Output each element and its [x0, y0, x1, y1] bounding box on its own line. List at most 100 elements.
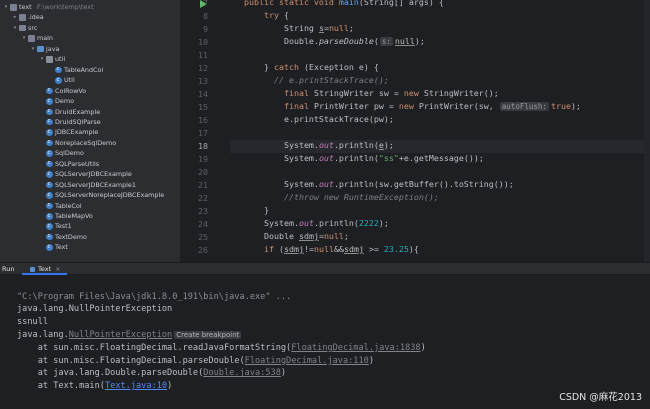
tree-item[interactable]: Test1: [0, 221, 180, 232]
exception-link[interactable]: NullPointerException: [69, 330, 172, 340]
chevron-right-icon[interactable]: ▸: [12, 12, 18, 23]
line-number: 26: [198, 245, 208, 255]
project-path-hint: F:\work\temp\text: [37, 3, 94, 11]
tree-item[interactable]: ▾ main: [0, 33, 180, 44]
source-link[interactable]: Double.java:538: [203, 368, 281, 378]
code-line[interactable]: System.out.println("ss"+e.getMessage());: [244, 152, 484, 165]
chevron-down-icon[interactable]: ▾: [3, 2, 9, 13]
code-token: .println(sw.getBuffer().toString());: [333, 179, 514, 189]
console-toolbar: [0, 275, 12, 409]
code-line[interactable]: Double sdmj=null;: [244, 230, 349, 243]
run-tool-window-header: Run Text ×: [0, 262, 650, 275]
chevron-down-icon[interactable]: ▾: [21, 33, 27, 44]
tree-item[interactable]: ▾ java: [0, 44, 180, 55]
folder-icon: [10, 4, 17, 11]
code-token: sdmj: [298, 231, 319, 241]
tree-item[interactable]: ColRowVo: [0, 85, 180, 97]
class-icon: [46, 169, 53, 179]
tree-item[interactable]: Text: [0, 242, 180, 253]
tab-text[interactable]: Text ×: [22, 263, 67, 275]
code-token: null: [328, 23, 349, 33]
tree-item[interactable]: ▾ util: [0, 54, 180, 65]
tree-item-label: SQLServerJDBCExample1: [55, 180, 136, 189]
code-line[interactable]: System.out.println(2222);: [244, 217, 389, 230]
tree-item[interactable]: Demo: [0, 96, 180, 107]
tree-item[interactable]: JDBCExample: [0, 127, 180, 138]
source-link[interactable]: FloatingDecimal.java:110: [245, 356, 369, 366]
chevron-down-icon[interactable]: ▾: [30, 44, 36, 55]
tree-item[interactable]: SQLServerJDBCExample1: [0, 179, 180, 191]
tree-item[interactable]: ▾ text F:\work\temp\text: [0, 2, 180, 13]
parameter-hint: autoFlush:: [499, 102, 549, 111]
code-token: final: [283, 101, 314, 111]
tree-item[interactable]: TextDemo: [0, 232, 180, 243]
tree-item[interactable]: SQLServerJDBCExample: [0, 169, 180, 180]
create-breakpoint-button[interactable]: Create breakpoint: [174, 331, 242, 339]
tree-item[interactable]: SQLServerNoreplaceJDBCExample: [0, 190, 180, 201]
code-line[interactable]: //throw new RuntimeException();: [244, 191, 439, 204]
code-line[interactable]: } catch (Exception e) {: [244, 61, 379, 74]
code-line[interactable]: }: [244, 204, 269, 217]
tree-item[interactable]: NoreplaceSqlDemo: [0, 138, 180, 149]
line-number: 15: [198, 102, 208, 112]
code-token: >=: [363, 244, 384, 254]
source-link[interactable]: FloatingDecimal.java:1838: [291, 343, 420, 353]
class-icon: [46, 138, 53, 147]
tree-item[interactable]: Util: [0, 75, 180, 86]
code-line[interactable]: public static void main(String[] args) {: [244, 0, 444, 9]
code-token: out: [318, 140, 334, 150]
code-token: System.: [244, 179, 319, 189]
stack-frame-suffix: ): [280, 368, 287, 379]
close-icon[interactable]: ×: [55, 265, 60, 273]
code-line[interactable]: final StringWriter sw = new StringWriter…: [244, 87, 499, 100]
console-output[interactable]: "C:\Program Files\Java\jdk1.8.0_191\bin\…: [0, 275, 650, 409]
folder-icon: [19, 24, 26, 32]
console-command-line: "C:\Program Files\Java\jdk1.8.0_191\bin\…: [17, 292, 292, 302]
source-link[interactable]: Text.java:10: [105, 381, 167, 391]
class-icon: [46, 179, 53, 189]
tree-item[interactable]: ▾ src: [0, 23, 180, 34]
tree-item-label: text: [19, 3, 32, 11]
project-tree: ▾ text F:\work\temp\text ▸ .idea ▾ src ▾ main ▾ ja…: [0, 0, 180, 262]
tree-item[interactable]: SqlDemo: [0, 148, 180, 159]
code-line[interactable]: e.printStackTrace(pw);: [244, 113, 394, 126]
class-icon: [46, 117, 53, 126]
code-editor[interactable]: 7 8 9 10 11 12 13 14 15 16 17 18 19 20 21 22 23 24 25 26 pu…: [180, 0, 650, 262]
stack-frame-text: at Text.main(: [17, 381, 105, 392]
tree-item-label: DruidSQlParse: [55, 117, 101, 126]
tree-item[interactable]: ▸ .idea: [0, 12, 180, 23]
chevron-down-icon[interactable]: ▾: [39, 54, 45, 65]
code-line[interactable]: System.out.println(sw.getBuffer().toStri…: [244, 178, 514, 191]
tree-item[interactable]: TableCol: [0, 200, 180, 212]
tree-item[interactable]: DruidSQlParse: [0, 117, 180, 128]
chevron-down-icon[interactable]: ▾: [12, 23, 18, 34]
stack-frame-text: at java.lang.Double.parseDouble(: [17, 368, 204, 379]
line-number: 25: [198, 232, 208, 242]
code-token: try: [263, 10, 279, 20]
code-token: System.: [244, 140, 319, 150]
code-token: Double: [244, 231, 299, 241]
code-line[interactable]: final PrintWriter pw = new PrintWriter(s…: [244, 100, 581, 113]
console-line: java.lang.NullPointerException: [17, 304, 173, 314]
code-line[interactable]: Double.parseDouble(s: null);: [244, 35, 425, 48]
line-number: 16: [198, 115, 208, 125]
code-line[interactable]: // e.printStackTrace();: [244, 74, 389, 87]
code-line[interactable]: try {: [244, 9, 289, 22]
tree-item-label: Demo: [55, 97, 74, 106]
line-number: 10: [198, 37, 208, 47]
code-line[interactable]: if (sdmj!=null&&sdmj >= 23.25){: [244, 243, 419, 256]
tree-item-label: .idea: [28, 13, 44, 22]
code-line[interactable]: String s=null;: [244, 22, 354, 35]
line-number: 19: [198, 154, 208, 164]
tree-item[interactable]: DruidExample: [0, 106, 180, 118]
code-line[interactable]: System.out.println(e);: [244, 139, 394, 152]
tree-item[interactable]: SQLParseUtils: [0, 158, 180, 170]
editor-scrollbar[interactable]: [644, 0, 650, 262]
code-token: parseDouble: [318, 36, 374, 46]
tree-item[interactable]: TableMapVo: [0, 211, 180, 222]
code-token: Double.: [244, 36, 319, 46]
tree-item[interactable]: TableAndCol: [0, 64, 180, 76]
tree-item-label: ColRowVo: [55, 86, 87, 95]
